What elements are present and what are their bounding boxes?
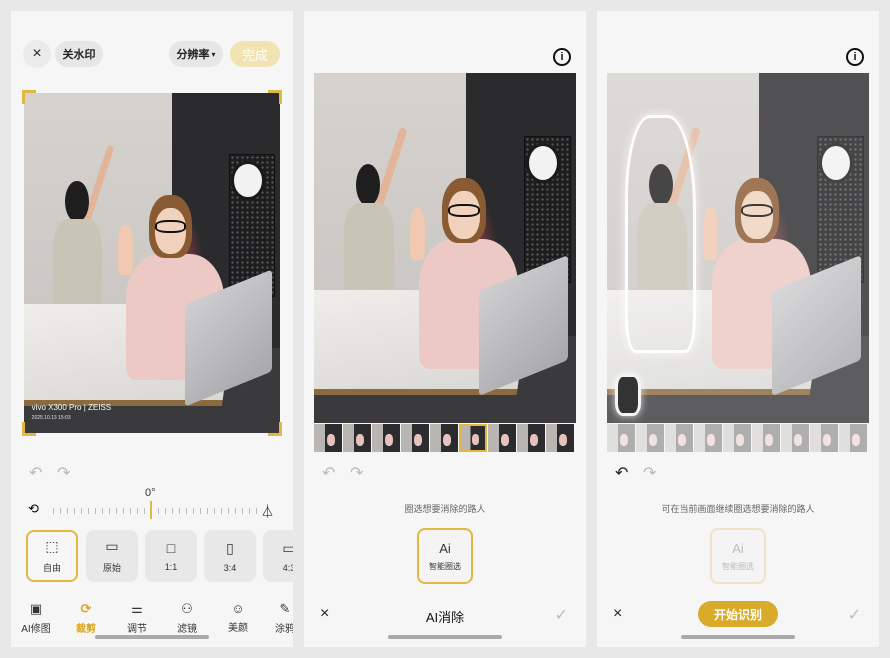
crop-option-1-1[interactable]: □ 1:1 (145, 530, 197, 582)
crop-handle-tr[interactable] (268, 90, 282, 104)
selected-object-outline[interactable] (614, 374, 642, 416)
ai-erase-selection-screen: i ↶ ↷ 可在当前画面继续圈选想要消除的路人 Ai 智能圈选 × 开始识别 ✓ (597, 11, 879, 647)
filter-icon: ⚇ (181, 601, 193, 616)
watermark-date: 2025.10.13 15:03 (31, 414, 71, 421)
confirm-icon[interactable]: ✓ (555, 605, 568, 625)
film-frame[interactable] (372, 424, 400, 452)
crop-option-label: 原始 (102, 563, 121, 573)
info-icon[interactable]: i (846, 48, 864, 66)
ruler-indicator (150, 501, 152, 519)
crop-handle-tl[interactable] (22, 90, 36, 104)
tab-label: AI修图 (21, 624, 51, 635)
crop-handle-bl[interactable] (22, 422, 36, 436)
resolution-label: 分辨率 (176, 49, 210, 61)
close-icon[interactable]: × (23, 40, 51, 68)
tab-beauty[interactable]: ☺ 美颜 (216, 601, 260, 634)
tab-ai-retouch[interactable]: ▣ AI修图 (14, 601, 58, 635)
tab-crop[interactable]: ⟳ 裁剪 (64, 601, 108, 635)
hint-text: 圈选想要消除的路人 (404, 504, 486, 514)
redo-icon[interactable]: ↷ (57, 463, 70, 483)
film-frame[interactable] (430, 424, 458, 452)
landscape-icon: ▭ (282, 539, 293, 556)
undo-icon[interactable]: ↶ (615, 463, 628, 483)
tab-doodle[interactable]: ✎ 涂鸦 (263, 601, 293, 635)
smart-select-button[interactable]: Ai 智能圈选 (710, 528, 766, 584)
free-crop-icon: ⬚ (45, 538, 59, 554)
tab-label: 滤镜 (177, 624, 197, 635)
home-indicator (681, 635, 795, 639)
resolution-dropdown[interactable]: 分辨率 ▾ (169, 41, 223, 67)
perspective-icon[interactable]: ⏃ (261, 501, 274, 520)
ai-icon: Ai (439, 540, 451, 556)
home-indicator (388, 635, 502, 639)
portrait-icon: ▯ (226, 539, 234, 556)
page-title: AI消除 (425, 610, 465, 625)
ai-retouch-icon: ▣ (29, 601, 43, 616)
film-frame[interactable] (488, 424, 516, 452)
photo-clock (231, 161, 265, 201)
crop-option-label: 4:3 (282, 562, 293, 573)
smart-select-label: 智能圈选 (429, 561, 461, 571)
crop-option-label: 3:4 (223, 562, 237, 573)
rotation-angle: 0° (145, 487, 156, 499)
film-frame[interactable] (517, 424, 545, 452)
photo-canvas[interactable] (607, 73, 869, 423)
photo-canvas[interactable]: vivo X300 Pro | ZEISS 2025.10.13 15:03 (24, 93, 280, 433)
start-recognition-button[interactable]: 开始识别 (698, 601, 778, 627)
film-frame[interactable] (546, 424, 574, 452)
crop-option-free[interactable]: ⬚ 自由 (26, 530, 78, 582)
square-icon: □ (166, 540, 176, 556)
crop-option-3-4[interactable]: ▯ 3:4 (204, 530, 256, 582)
photo-canvas[interactable] (314, 73, 576, 423)
chevron-down-icon: ▾ (211, 49, 216, 59)
crop-option-original[interactable]: ▭ 原始 (86, 530, 138, 582)
crop-screen: × 关水印 分辨率 ▾ 完成 vivo X300 Pro | ZEISS 202… (11, 11, 293, 647)
film-frame[interactable] (343, 424, 371, 452)
remove-watermark-button[interactable]: 关水印 (55, 41, 103, 67)
tab-label: 调节 (127, 624, 147, 635)
ai-erase-screen: i ↶ ↷ 圈选想要消除的路人 Ai 智能圈选 × AI消除 ✓ (304, 11, 586, 647)
film-frame[interactable] (401, 424, 429, 452)
tab-label: 涂鸦 (275, 624, 293, 635)
crop-option-label: 1:1 (164, 562, 178, 572)
crop-handle-br[interactable] (268, 422, 282, 436)
frame-filmstrip[interactable] (314, 424, 576, 452)
redo-icon[interactable]: ↷ (643, 463, 656, 483)
rotate-icon[interactable]: ⟲ (28, 501, 39, 517)
photo-watermark: vivo X300 Pro | ZEISS 2025.10.13 15:03 (32, 403, 111, 423)
done-button[interactable]: 完成 (230, 41, 280, 67)
crop-option-4-3[interactable]: ▭ 4:3 (263, 530, 293, 582)
crop-icon: ⟳ (80, 601, 92, 616)
undo-icon[interactable]: ↶ (29, 463, 42, 483)
undo-icon[interactable]: ↶ (322, 463, 335, 483)
crop-option-label: 自由 (42, 563, 61, 573)
ai-icon: Ai (732, 540, 744, 556)
info-icon[interactable]: i (553, 48, 571, 66)
hint-text: 可在当前画面继续圈选想要消除的路人 (661, 504, 815, 514)
rotation-ruler[interactable] (53, 504, 257, 518)
tab-label: 美颜 (228, 623, 248, 634)
adjust-icon: ⚌ (131, 601, 143, 616)
smart-select-label: 智能圈选 (722, 561, 754, 571)
film-frame-selected[interactable] (459, 424, 487, 452)
watermark-model: vivo X300 Pro | ZEISS (31, 402, 112, 412)
frame-filmstrip[interactable] (607, 424, 869, 452)
tab-adjust[interactable]: ⚌ 调节 (115, 601, 159, 635)
beauty-icon: ☺ (231, 601, 245, 616)
confirm-icon[interactable]: ✓ (848, 605, 861, 625)
doodle-icon: ✎ (279, 601, 291, 616)
tab-filter[interactable]: ⚇ 滤镜 (165, 601, 209, 635)
selected-person-outline[interactable] (625, 115, 697, 353)
redo-icon[interactable]: ↷ (350, 463, 363, 483)
original-crop-icon: ▭ (105, 538, 119, 554)
tab-label: 裁剪 (76, 624, 96, 635)
smart-select-button[interactable]: Ai 智能圈选 (417, 528, 473, 584)
film-frame[interactable] (314, 424, 342, 452)
close-icon[interactable]: × (613, 605, 622, 623)
home-indicator (95, 635, 209, 639)
